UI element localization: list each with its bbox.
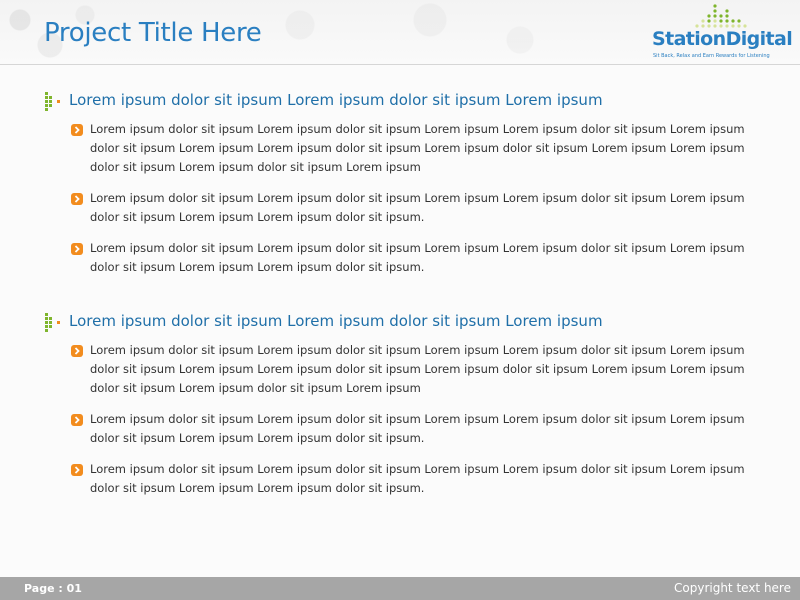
bullet-text: Lorem ipsum dolor sit ipsum Lorem ipsum … [90,343,745,395]
list-item: Lorem ipsum dolor sit ipsum Lorem ipsum … [71,189,751,227]
page-title: Project Title Here [44,18,262,48]
chevron-right-icon [71,193,83,205]
chevron-right-icon [71,464,83,476]
copyright-text: Copyright text here [674,581,791,595]
list-item: Lorem ipsum dolor sit ipsum Lorem ipsum … [71,239,751,277]
logo-wordmark: StationDigital [652,28,793,50]
green-orange-dots-icon [45,92,60,111]
page-number: Page : 01 [24,582,82,595]
chevron-right-icon [71,414,83,426]
list-item: Lorem ipsum dolor sit ipsum Lorem ipsum … [71,341,751,398]
bullet-list: Lorem ipsum dolor sit ipsum Lorem ipsum … [71,341,751,510]
bullet-text: Lorem ipsum dolor sit ipsum Lorem ipsum … [90,462,745,495]
bullet-text: Lorem ipsum dolor sit ipsum Lorem ipsum … [90,412,745,445]
chevron-right-icon [71,345,83,357]
list-item: Lorem ipsum dolor sit ipsum Lorem ipsum … [71,410,751,448]
list-item: Lorem ipsum dolor sit ipsum Lorem ipsum … [71,120,751,177]
section-heading: Lorem ipsum dolor sit ipsum Lorem ipsum … [44,311,764,333]
logo-tagline: Sit Back, Relax and Earn Rewards for Lis… [653,53,770,59]
section-heading: Lorem ipsum dolor sit ipsum Lorem ipsum … [44,90,764,112]
chevron-right-icon [71,243,83,255]
chevron-right-icon [71,124,83,136]
list-item: Lorem ipsum dolor sit ipsum Lorem ipsum … [71,460,751,498]
bullet-list: Lorem ipsum dolor sit ipsum Lorem ipsum … [71,120,751,289]
bullet-text: Lorem ipsum dolor sit ipsum Lorem ipsum … [90,122,745,174]
bullet-text: Lorem ipsum dolor sit ipsum Lorem ipsum … [90,241,745,274]
section-title: Lorem ipsum dolor sit ipsum Lorem ipsum … [69,91,603,109]
green-orange-dots-icon [45,313,60,332]
equalizer-dots-icon [695,4,747,28]
footer-bar: Page : 01 Copyright text here [0,577,800,600]
content-section-2: Lorem ipsum dolor sit ipsum Lorem ipsum … [44,311,764,495]
bullet-text: Lorem ipsum dolor sit ipsum Lorem ipsum … [90,191,745,224]
content-section-1: Lorem ipsum dolor sit ipsum Lorem ipsum … [44,90,764,274]
slide: Project Title Here StationDigital Sit Ba… [0,0,800,600]
station-digital-logo: StationDigital Sit Back, Relax and Earn … [650,4,795,62]
header-bar: Project Title Here StationDigital Sit Ba… [0,0,800,65]
section-title: Lorem ipsum dolor sit ipsum Lorem ipsum … [69,312,603,330]
